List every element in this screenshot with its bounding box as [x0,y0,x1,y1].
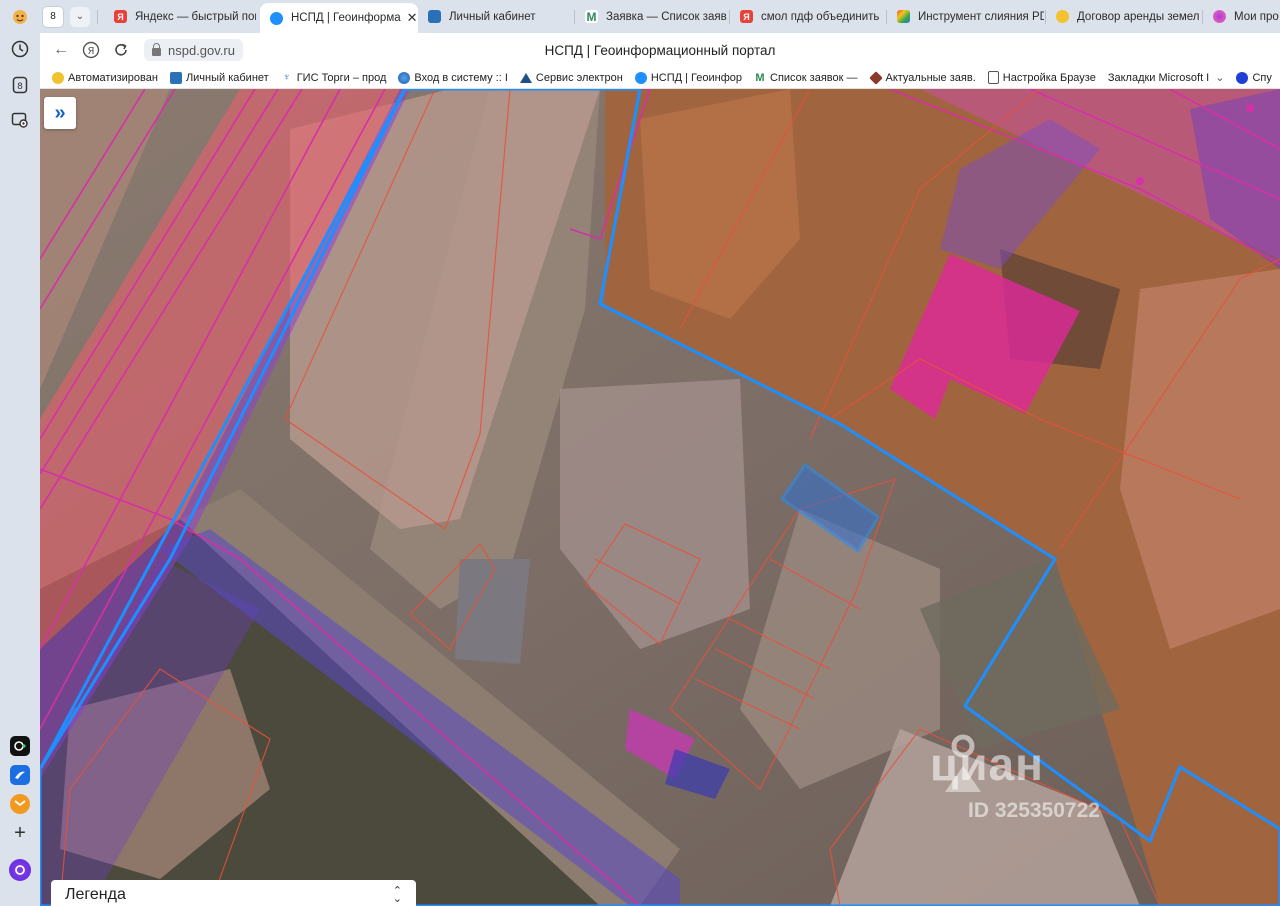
bookmark-label: ГИС Торги – прод [296,71,387,84]
bookmark-label: Вход в систему :: I [414,71,508,84]
bookmark-label: Актуальные заяв. [885,71,976,84]
tab-strip: 8 ⌄ Я Яндекс — быстрый пои НСПД | Геоинф… [0,0,1280,33]
globe-icon [398,71,411,84]
blue-circle-icon [1236,71,1249,84]
messenger-app-icon[interactable] [10,765,30,785]
browser-sidebar: 8 + [0,33,40,906]
map-canvas[interactable]: циан ID 325350722 » Легенда ⌃ ⌄ [40,89,1280,906]
media-app-icon[interactable] [10,736,30,756]
nspd-icon [634,71,647,84]
bookmark-item[interactable]: НСПД | Геоинфор [634,71,743,84]
back-arrow-icon[interactable]: ← [46,35,76,65]
legend-title: Легенда [65,886,126,903]
chevron-down-icon: ⌄ [1215,72,1225,84]
mail-app-icon[interactable] [10,794,30,814]
colorful-icon [897,10,910,23]
mountain-icon [519,72,532,83]
m-icon: M [585,9,598,24]
lock-icon [152,42,161,56]
bookmark-item[interactable]: Личный кабинет [169,71,269,84]
add-app-icon[interactable]: + [10,822,30,844]
bookmark-item[interactable]: Настройка Браузе [987,71,1096,84]
bookmark-item[interactable]: Актуальные заяв. [868,70,976,85]
bookmark-label: Автоматизирован [68,71,158,84]
bookmark-item[interactable]: Вход в систему :: I [398,71,508,84]
emblem-icon: ♆ [280,71,293,84]
tab-my-projects[interactable]: Мои про [1203,3,1280,30]
tab-request-list[interactable]: M Заявка — Список заявс [575,3,727,30]
bookmark-folder[interactable]: Закладки Microsoft I ⌄ [1107,71,1225,85]
shed-roof [455,559,530,664]
legend-panel[interactable]: Легенда ⌃ ⌄ [51,880,416,906]
bookmark-label: Сервис электрон [535,71,623,84]
tab-title: Заявка — Список заявс [606,10,727,23]
satellite-map [40,89,1280,906]
tab-personal-cabinet[interactable]: Личный кабинет [418,3,573,30]
yandex-home-icon[interactable]: Я [76,35,106,65]
expand-toggle-icon[interactable]: ⌃ ⌄ [393,886,402,905]
tab-title: Договор аренды земел [1077,10,1200,23]
watermark-id: ID 325350722 [968,799,1100,822]
tab-title: НСПД | Геоинформа [291,12,401,24]
browser-logo-icon[interactable] [0,0,40,33]
rosreestr-icon [169,71,182,84]
bookmark-label: Закладки Microsoft I [1107,71,1210,84]
tab-title: Мои про [1234,10,1279,23]
tab-nspd-active[interactable]: НСПД | Геоинформа ✕ [260,3,418,33]
tabs-dropdown-button[interactable]: ⌄ [70,6,90,27]
tab-count-button[interactable]: 8 [42,5,64,28]
yellow-icon [52,71,64,84]
alice-icon [1213,10,1226,23]
bookmark-item[interactable]: Сервис электрон [519,71,623,84]
bookmark-label: Настройка Браузе [1002,71,1096,84]
tab-title: Личный кабинет [449,10,536,23]
rosreestr-icon [428,10,441,23]
chevron-down-icon: ⌄ [75,11,85,22]
bookmark-item[interactable]: ♆ ГИС Торги – прод [280,71,387,84]
tab-lease-contract[interactable]: Договор аренды земел [1046,3,1201,30]
yellow-icon [1056,10,1069,23]
tab-yandex[interactable]: Я Яндекс — быстрый пои [104,3,256,30]
tab-title: смол пдф объединить [761,10,880,23]
bookmark-item[interactable]: Спу [1236,71,1272,84]
bookmark-item[interactable]: Автоматизирован [52,71,158,84]
svg-text:Я: Я [88,46,95,57]
svg-text:8: 8 [17,82,23,92]
screenshot-icon[interactable] [10,110,30,130]
url-text: nspd.gov.ru [168,42,235,58]
cube-icon [868,70,883,85]
nspd-icon [270,11,283,25]
yandex-icon: Я [114,10,127,23]
reload-icon[interactable] [106,35,136,65]
bookmark-label: Личный кабинет [185,71,269,84]
zone-marker [1136,177,1144,185]
tab-merge-tool[interactable]: Инструмент слияния PD [887,3,1044,30]
collections-icon[interactable]: 8 [10,75,30,95]
tab-title: Инструмент слияния PD [918,10,1044,23]
tab-title: Яндекс — быстрый пои [135,10,256,23]
bookmark-label: НСПД | Геоинфор [650,71,743,84]
m-icon: M [754,71,767,84]
url-field[interactable]: nspd.gov.ru [144,39,243,61]
bookmark-item[interactable]: M Список заявок — [754,71,858,84]
zone-marker [1246,104,1254,112]
double-chevron-right-icon: » [54,101,66,124]
history-icon[interactable] [10,39,30,59]
tab-pdf-merge[interactable]: Я смол пдф объединить [730,3,885,30]
close-icon[interactable]: ✕ [407,10,418,26]
bookmarks-bar: Автоматизирован Личный кабинет ♆ ГИС Тор… [40,67,1280,89]
page-icon [987,71,999,84]
bookmark-label: Спу [1252,71,1272,84]
address-bar: ← Я nspd.gov.ru НСПД | Геоинформационный… [40,33,1280,67]
alice-assistant-icon[interactable] [9,859,31,881]
tab-separator [97,10,98,24]
bookmark-label: Список заявок — [770,71,858,84]
yandex-icon: Я [740,10,753,23]
expand-panel-button[interactable]: » [44,97,76,129]
